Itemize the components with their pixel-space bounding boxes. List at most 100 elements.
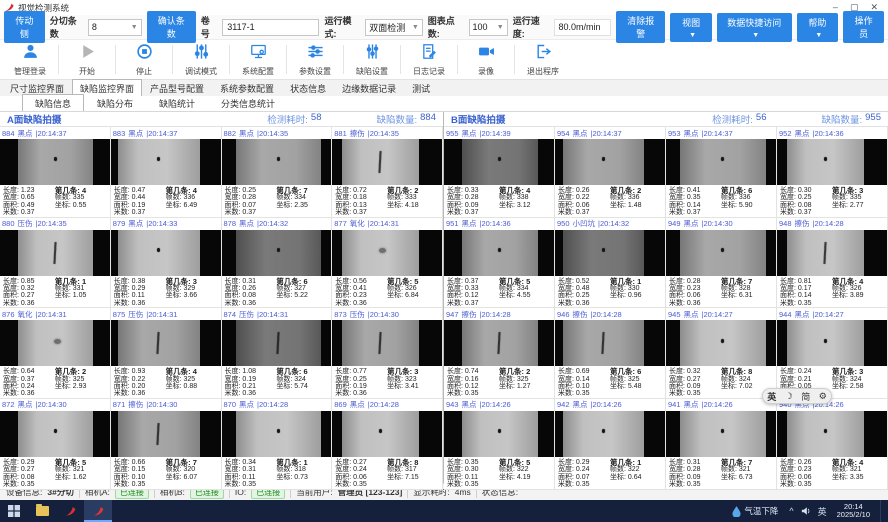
data-quick-access-button[interactable]: 数据快捷访问▼	[717, 13, 792, 42]
defect-image[interactable]	[666, 230, 776, 276]
defect-image[interactable]	[555, 320, 665, 366]
defect-cell[interactable]: 884黑点|20:14:37长度: 1.23宽度: 0.65面积: 0.49米数…	[0, 127, 111, 218]
defect-cell[interactable]: 951黑点|20:14:36长度: 0.37宽度: 0.33面积: 0.12米数…	[444, 218, 555, 309]
defect-cell[interactable]: 949黑点|20:14:30长度: 0.28宽度: 0.23面积: 0.06米数…	[666, 218, 777, 309]
defect-image[interactable]	[666, 411, 776, 457]
defect-cell[interactable]: 942黑点|20:14:26长度: 0.29宽度: 0.24面积: 0.07米数…	[555, 399, 666, 490]
toolbar-button-sliders[interactable]: 参数设置	[287, 40, 343, 79]
defect-cell[interactable]: 871擦伤|20:14:30长度: 0.66宽度: 0.15面积: 0.10米数…	[111, 399, 222, 490]
defect-image[interactable]	[332, 139, 442, 185]
defect-image[interactable]	[444, 230, 554, 276]
roll-number-input[interactable]: 3117-1	[222, 19, 319, 36]
taskbar-app-button-active[interactable]	[84, 500, 112, 522]
defect-image[interactable]	[111, 320, 221, 366]
defect-cell[interactable]: 880压伤|20:14:35长度: 0.85宽度: 0.32面积: 0.27米数…	[0, 218, 111, 309]
gear-icon[interactable]: ⚙	[819, 391, 827, 402]
defect-cell[interactable]: 869黑点|20:14:28长度: 0.27宽度: 0.24面积: 0.06米数…	[332, 399, 443, 490]
defect-cell[interactable]: 878黑点|20:14:32长度: 0.31宽度: 0.26面积: 0.08米数…	[222, 218, 333, 309]
taskbar-clock[interactable]: 20:14 2025/2/10	[834, 503, 873, 520]
defect-image[interactable]	[111, 139, 221, 185]
toolbar-button-play[interactable]: 开始	[59, 40, 115, 79]
defect-image[interactable]	[111, 411, 221, 457]
defect-image[interactable]	[777, 139, 887, 185]
toolbar-button-exit[interactable]: 退出程序	[515, 40, 571, 79]
tab-测试[interactable]: 测试	[404, 79, 438, 96]
input-language-indicator[interactable]: 英	[818, 505, 827, 518]
toolbar-button-stop[interactable]: 停止	[116, 40, 172, 79]
operator-button[interactable]: 操作员	[843, 11, 884, 43]
toolbar-button-monitor[interactable]: 系统配置	[230, 40, 286, 79]
confirm-count-button[interactable]: 确认条数	[147, 11, 196, 43]
defect-image[interactable]	[555, 411, 665, 457]
lang-en-toggle[interactable]: 英	[767, 390, 776, 403]
defect-cell[interactable]: 879黑点|20:14:33长度: 0.38宽度: 0.29面积: 0.11米数…	[111, 218, 222, 309]
lang-cn-toggle[interactable]: 简	[801, 390, 810, 403]
toolbar-button-tune[interactable]: 调试模式	[173, 40, 229, 79]
subtab-缺陷分布[interactable]: 缺陷分布	[84, 94, 146, 111]
defect-image[interactable]	[332, 230, 442, 276]
weather-widget[interactable]: 气温下降	[728, 505, 782, 517]
defect-image[interactable]	[332, 411, 442, 457]
defect-image[interactable]	[666, 139, 776, 185]
toolbar-button-user[interactable]: 管理登录	[2, 40, 58, 79]
speaker-icon[interactable]	[801, 506, 811, 516]
start-button[interactable]	[0, 500, 28, 522]
defect-cell[interactable]: 882黑点|20:14:35长度: 0.25宽度: 0.28面积: 0.07米数…	[222, 127, 333, 218]
tab-状态信息[interactable]: 状态信息	[282, 79, 334, 96]
taskbar-app-button[interactable]	[56, 500, 84, 522]
defect-image[interactable]	[222, 411, 332, 457]
view-menu-button[interactable]: 视图▼	[670, 13, 712, 42]
defect-image[interactable]	[0, 139, 110, 185]
chart-points-dropdown[interactable]: 100▼	[469, 19, 508, 36]
show-desktop-button[interactable]	[880, 500, 884, 522]
defect-cell[interactable]: 950小凹坑|20:14:32长度: 0.52宽度: 0.48面积: 0.25米…	[555, 218, 666, 309]
drive-side-button[interactable]: 传动侧	[4, 11, 45, 43]
defect-cell[interactable]: 870黑点|20:14:28长度: 0.34宽度: 0.31面积: 0.11米数…	[222, 399, 333, 490]
defect-cell[interactable]: 946擦伤|20:14:28长度: 0.69宽度: 0.14面积: 0.10米数…	[555, 308, 666, 399]
defect-cell[interactable]: 883黑点|20:14:37长度: 0.47宽度: 0.44面积: 0.19米数…	[111, 127, 222, 218]
defect-image[interactable]	[222, 320, 332, 366]
defect-cell[interactable]: 952黑点|20:14:36长度: 0.30宽度: 0.25面积: 0.08米数…	[777, 127, 888, 218]
file-explorer-button[interactable]	[28, 500, 56, 522]
defect-image[interactable]	[222, 139, 332, 185]
defect-cell[interactable]: 945黑点|20:14:27长度: 0.32宽度: 0.27面积: 0.09米数…	[666, 308, 777, 399]
defect-image[interactable]	[777, 230, 887, 276]
subtab-缺陷统计[interactable]: 缺陷统计	[146, 94, 208, 111]
subtab-分类信息统计[interactable]: 分类信息统计	[208, 94, 288, 111]
tray-expand-caret[interactable]: ^	[789, 506, 793, 516]
defect-cell[interactable]: 955黑点|20:14:39长度: 0.33宽度: 0.28面积: 0.09米数…	[444, 127, 555, 218]
defect-cell[interactable]: 944黑点|20:14:27长度: 0.24宽度: 0.21面积: 0.05米数…	[777, 308, 888, 399]
defect-image[interactable]	[444, 411, 554, 457]
defect-cell[interactable]: 881擦伤|20:14:35长度: 0.72宽度: 0.18面积: 0.13米数…	[332, 127, 443, 218]
defect-image[interactable]	[0, 411, 110, 457]
defect-cell[interactable]: 875压伤|20:14:31长度: 0.93宽度: 0.22面积: 0.20米数…	[111, 308, 222, 399]
defect-image[interactable]	[444, 320, 554, 366]
defect-cell[interactable]: 943黑点|20:14:26长度: 0.35宽度: 0.30面积: 0.11米数…	[444, 399, 555, 490]
subtab-缺陷信息[interactable]: 缺陷信息	[22, 94, 84, 111]
defect-image[interactable]	[0, 230, 110, 276]
defect-cell[interactable]: 947擦伤|20:14:28长度: 0.74宽度: 0.16面积: 0.12米数…	[444, 308, 555, 399]
defect-cell[interactable]: 948擦伤|20:14:28长度: 0.81宽度: 0.17面积: 0.14米数…	[777, 218, 888, 309]
defect-cell[interactable]: 941黑点|20:14:26长度: 0.31宽度: 0.28面积: 0.09米数…	[666, 399, 777, 490]
defect-image[interactable]	[555, 230, 665, 276]
toolbar-button-camera[interactable]: 录像	[458, 40, 514, 79]
clear-alarm-button[interactable]: 清除报警	[616, 11, 665, 43]
defect-cell[interactable]: 940黑点|20:14:26长度: 0.26宽度: 0.23面积: 0.06米数…	[777, 399, 888, 490]
defect-image[interactable]	[111, 230, 221, 276]
defect-image[interactable]	[332, 320, 442, 366]
defect-image[interactable]	[777, 411, 887, 457]
defect-cell[interactable]: 872黑点|20:14:30长度: 0.29宽度: 0.27面积: 0.08米数…	[0, 399, 111, 490]
defect-image[interactable]	[555, 139, 665, 185]
defect-image[interactable]	[666, 320, 776, 366]
defect-image[interactable]	[777, 320, 887, 366]
defect-image[interactable]	[0, 320, 110, 366]
defect-cell[interactable]: 874压伤|20:14:31长度: 1.08宽度: 0.19面积: 0.21米数…	[222, 308, 333, 399]
tab-边缘数据记录[interactable]: 边缘数据记录	[334, 79, 404, 96]
help-menu-button[interactable]: 帮助▼	[797, 13, 839, 42]
defect-cell[interactable]: 876氧化|20:14:31长度: 0.64宽度: 0.37面积: 0.24米数…	[0, 308, 111, 399]
defect-cell[interactable]: 877氧化|20:14:31长度: 0.56宽度: 0.41面积: 0.23米数…	[332, 218, 443, 309]
defect-image[interactable]	[444, 139, 554, 185]
toolbar-button-log[interactable]: 日志记录	[401, 40, 457, 79]
slit-count-dropdown[interactable]: 8▼	[88, 19, 142, 36]
defect-cell[interactable]: 954黑点|20:14:37长度: 0.26宽度: 0.22面积: 0.06米数…	[555, 127, 666, 218]
